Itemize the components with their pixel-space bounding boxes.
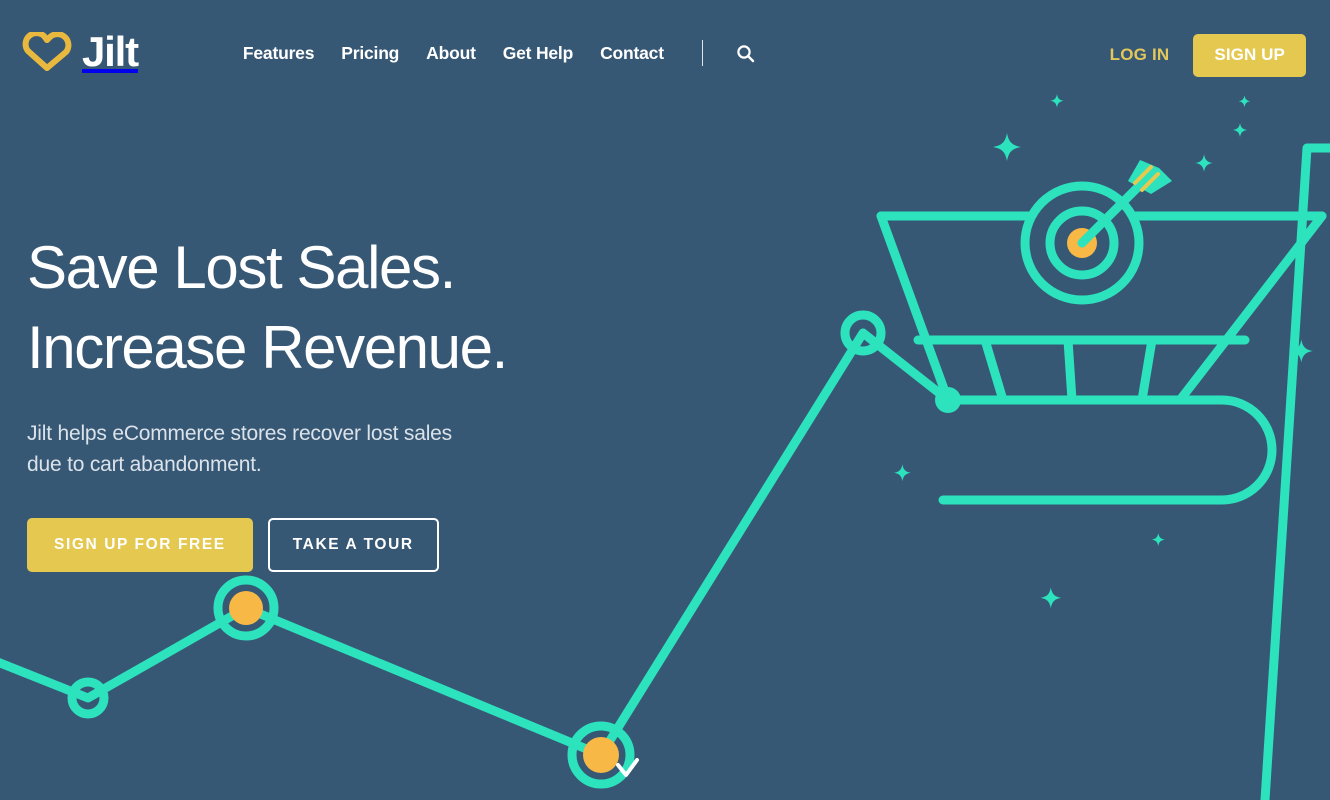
nav-link-get-help[interactable]: Get Help: [503, 43, 574, 64]
brand-logo-link[interactable]: Jilt: [20, 28, 139, 75]
hero-subheadline: Jilt helps eCommerce stores recover lost…: [27, 418, 667, 480]
hero-headline-line-2: Increase Revenue.: [27, 313, 508, 381]
shopping-cart-outline: [876, 211, 1327, 505]
growth-line-right-segment: [1260, 143, 1330, 800]
signup-for-free-button[interactable]: SIGN UP FOR FREE: [27, 517, 253, 572]
chart-node-hollow-right: [840, 310, 886, 356]
hero-cta-group: SIGN UP FOR FREE TAKE A TOUR: [27, 517, 667, 572]
search-icon: [737, 44, 755, 62]
heart-outline-icon: [22, 32, 72, 71]
login-link[interactable]: LOG IN: [1110, 45, 1170, 65]
primary-nav: Features Pricing About Get Help Contact: [243, 40, 757, 66]
nav-link-contact[interactable]: Contact: [600, 43, 664, 64]
hero-headline-line-1: Save Lost Sales.: [27, 234, 456, 301]
nav-link-features[interactable]: Features: [243, 43, 315, 64]
take-a-tour-button[interactable]: TAKE A TOUR: [267, 517, 439, 572]
chart-node-yellow-mid: [213, 575, 279, 641]
site-header: Jilt Features Pricing About Get Help Con…: [0, 0, 1330, 108]
sparkle-stars: [894, 94, 1313, 609]
chart-node-filled-teal: [935, 387, 961, 413]
hero-section: Save Lost Sales. Increase Revenue. Jilt …: [27, 228, 667, 572]
nav-divider: [701, 40, 703, 66]
signup-button[interactable]: SIGN UP: [1193, 33, 1306, 77]
brand-wordmark: Jilt: [82, 28, 139, 75]
nav-link-pricing[interactable]: Pricing: [341, 43, 399, 64]
nav-link-about[interactable]: About: [426, 43, 476, 64]
hero-subheadline-line-2: due to cart abandonment.: [27, 452, 262, 476]
search-button[interactable]: [734, 42, 757, 65]
arrow-in-bullseye: [1077, 160, 1172, 248]
bullseye-target: [1020, 181, 1144, 305]
hero-subheadline-line-1: Jilt helps eCommerce stores recover lost…: [27, 421, 452, 445]
hero-headline: Save Lost Sales. Increase Revenue.: [27, 228, 667, 388]
chart-node-hollow-left: [67, 677, 109, 719]
chart-node-yellow-low: [567, 721, 635, 789]
header-actions: LOG IN SIGN UP: [1110, 33, 1306, 77]
checkmark-badge: [616, 758, 639, 777]
